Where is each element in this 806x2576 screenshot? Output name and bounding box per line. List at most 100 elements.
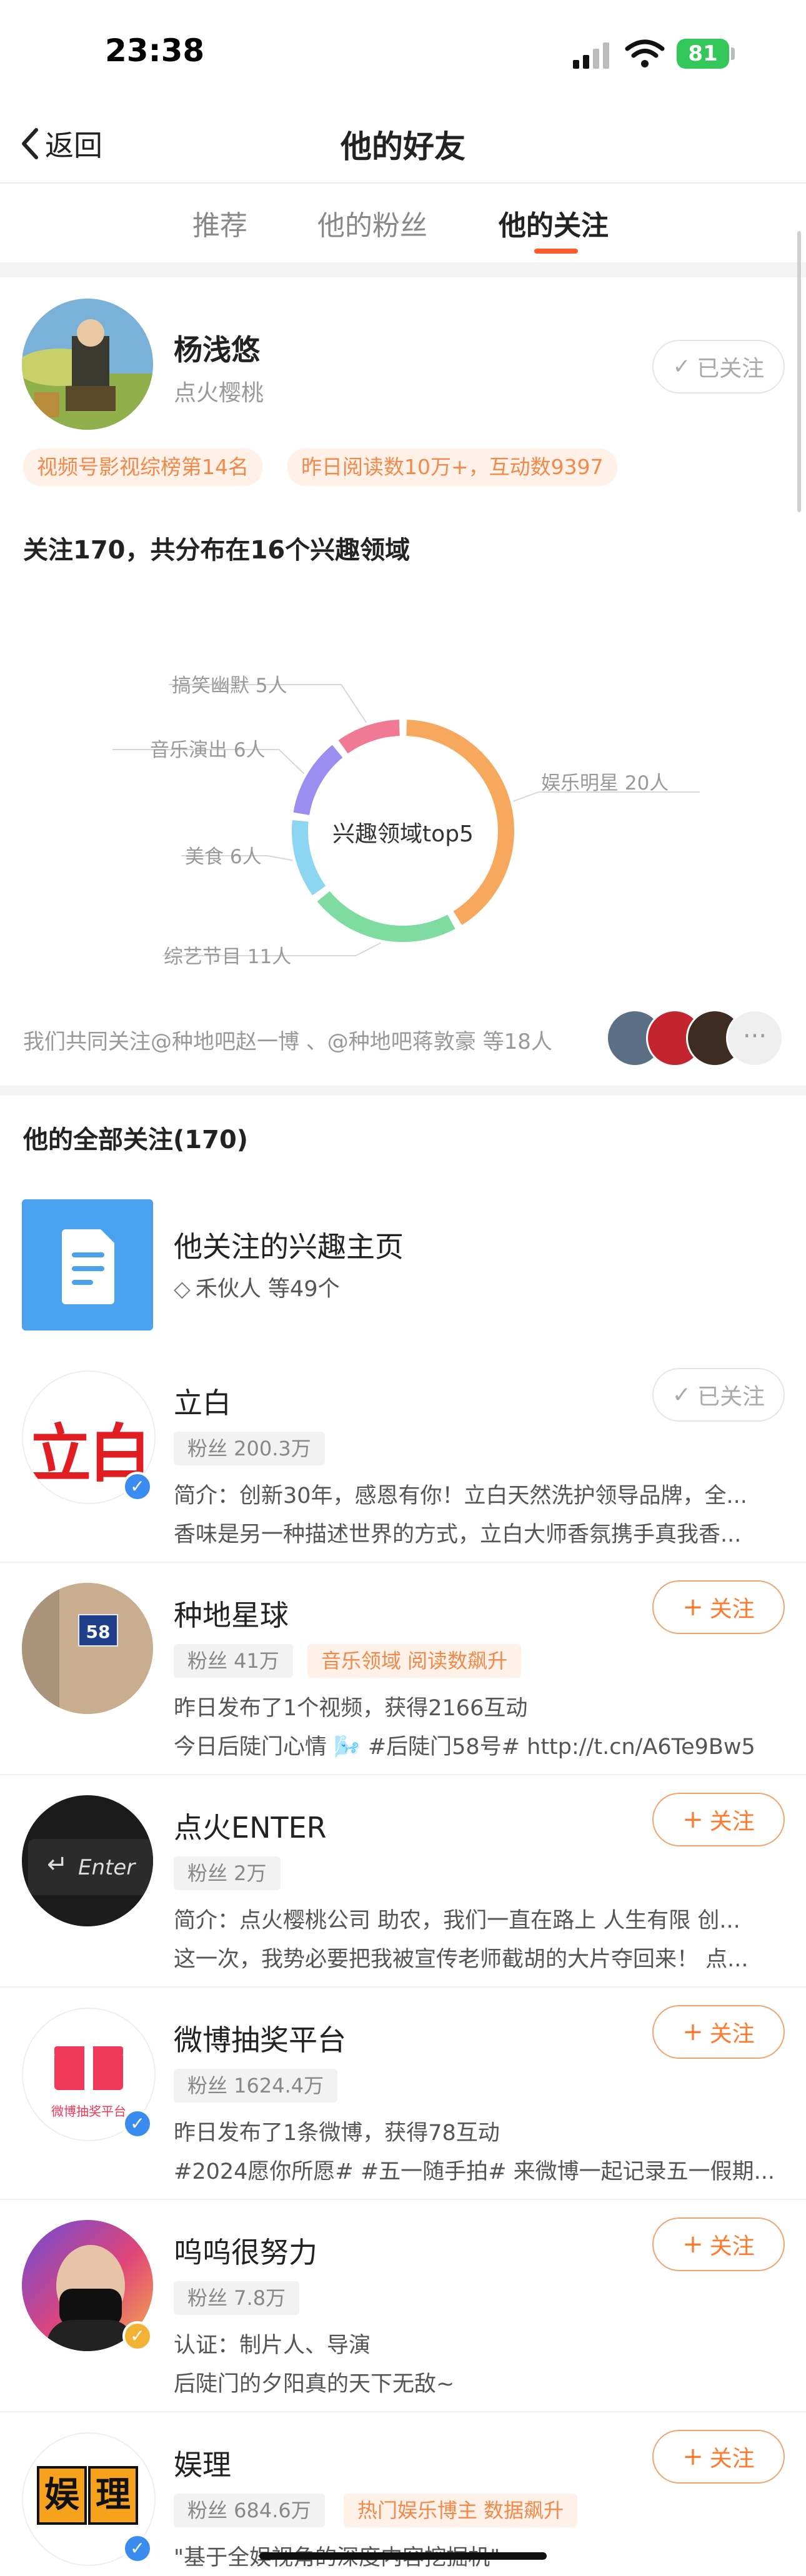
- follow-button[interactable]: + 关注: [652, 2005, 785, 2059]
- item-separator: [0, 1562, 806, 1563]
- fans-count: 粉丝 7.8万: [174, 2281, 300, 2315]
- all-following-title: 他的全部关注(170): [23, 1126, 249, 1154]
- item-line1: 昨日发布了1个视频，获得2166互动: [174, 1696, 528, 1721]
- donut-segment-4: [338, 720, 400, 754]
- donut-segment-2: [292, 820, 326, 896]
- fans-count: 粉丝 2万: [174, 1856, 281, 1890]
- battery-indicator: 81: [677, 39, 729, 69]
- follow-label: 关注: [709, 1809, 755, 1835]
- section-gap: [0, 1086, 806, 1096]
- profile-subtitle: 点火樱桃: [174, 380, 264, 406]
- status-time: 23:38: [105, 32, 205, 69]
- verified-badge-icon: ✓: [122, 2109, 152, 2139]
- common-follow-avatars[interactable]: ···: [606, 1007, 784, 1067]
- verified-badge-icon: ✓: [122, 2321, 152, 2351]
- item-separator: [0, 2411, 806, 2412]
- house-number-plate: 58: [78, 1614, 118, 1647]
- diamond-icon: ◇: [174, 1277, 191, 1302]
- fans-count: 粉丝 200.3万: [174, 1432, 325, 1465]
- followed-button[interactable]: ✓ 已关注: [652, 340, 785, 394]
- check-icon: ✓: [672, 354, 691, 379]
- fans-count: 粉丝 1624.4万: [174, 2069, 338, 2103]
- donut-center-label: 兴趣领域top5: [332, 821, 474, 847]
- verified-badge-icon: ✓: [122, 2534, 152, 2564]
- item-separator: [0, 1774, 806, 1775]
- item-line2: 香味是另一种描述世界的方式，立白大师香氛携手真我香...: [174, 1522, 742, 1547]
- item-name: 呜呜很努力: [174, 2236, 317, 2269]
- ranking-tag: 视频号影视综榜第14名: [23, 448, 262, 486]
- section-gap: [0, 262, 806, 277]
- yuli-logo-1: 娱: [37, 2466, 87, 2525]
- interest-pages-title: 他关注的兴趣主页: [174, 1230, 404, 1264]
- donut-segment-1: [317, 891, 455, 942]
- donut-label-ent: 娱乐明星 20人: [541, 772, 669, 795]
- avatar: Enter ↵: [22, 1795, 153, 1926]
- donut-label-food: 美食 6人: [185, 846, 262, 868]
- page-title: 他的好友: [341, 129, 465, 165]
- item-name: 娱理: [174, 2448, 231, 2482]
- donut-segment-3: [293, 745, 343, 816]
- interest-pages-row[interactable]: 他关注的兴趣主页 ◇ 禾伙人 等49个: [0, 1187, 806, 1337]
- list-item[interactable]: 立白 ✓ 立白 粉丝 200.3万 简介：创新30年，感恩有你！立白天然洗护领导…: [0, 1355, 806, 1562]
- list-item[interactable]: Enter ↵ 点火ENTER 粉丝 2万 简介：点火樱桃公司 助农，我们一直在…: [0, 1780, 806, 1986]
- enter-key-label: Enter: [78, 1855, 136, 1880]
- item-name: 点火ENTER: [174, 1811, 327, 1845]
- donut-label-music: 音乐演出 6人: [150, 739, 266, 761]
- yuli-logo-2: 理: [88, 2466, 138, 2525]
- item-line1: 简介：创新30年，感恩有你！立白天然洗护领导品牌，全...: [174, 1484, 747, 1508]
- item-name: 微博抽奖平台: [174, 2023, 346, 2057]
- wifi-icon: [625, 39, 665, 67]
- follow-label: 关注: [709, 2021, 755, 2047]
- follow-label: 已关注: [697, 1384, 765, 1410]
- follow-label: 关注: [709, 1597, 755, 1622]
- common-follow-text[interactable]: 我们共同关注@种地吧赵一博 、@种地吧蒋敦豪 等18人: [23, 1024, 552, 1055]
- item-line2: 今日后陡门心情 🌬️ #后陡门58号# http://t.cn/A6Te9Bw5: [174, 1735, 755, 1760]
- item-line1: 认证：制片人、导演: [174, 2333, 371, 2358]
- battery-cap: [731, 47, 735, 60]
- item-separator: [0, 1986, 806, 1988]
- list-item[interactable]: 58 种地星球 粉丝 41万 音乐领域 阅读数飙升 昨日发布了1个视频，获得21…: [0, 1568, 806, 1774]
- follow-button[interactable]: + 关注: [652, 2430, 785, 2484]
- plus-icon: +: [682, 2442, 704, 2471]
- tab-recommend[interactable]: 推荐: [192, 203, 247, 243]
- hot-tag: 音乐领域 阅读数飙升: [307, 1644, 522, 1678]
- list-item[interactable]: 微博抽奖平台 ✓ 微博抽奖平台 粉丝 1624.4万 昨日发布了1条微博，获得7…: [0, 1993, 806, 2199]
- fans-count: 粉丝 684.6万: [174, 2494, 325, 2527]
- plus-icon: +: [682, 1805, 704, 1834]
- nav-divider: [0, 182, 806, 184]
- follow-label: 关注: [709, 2446, 755, 2472]
- avatar: 58: [22, 1583, 153, 1714]
- hot-tag: 热门娱乐博主 数据飙升: [344, 2494, 578, 2527]
- profile-name[interactable]: 杨浅悠: [174, 327, 260, 369]
- check-icon: ✓: [672, 1382, 692, 1408]
- item-line1: 昨日发布了1条微博，获得78互动: [174, 2121, 500, 2146]
- donut-label-variety: 综艺节目 11人: [164, 946, 292, 968]
- tab-his-fans[interactable]: 他的粉丝: [317, 203, 427, 243]
- item-separator: [0, 2199, 806, 2200]
- followed-label: 已关注: [697, 356, 765, 382]
- stats-tag: 昨日阅读数10万+，互动数9397: [287, 448, 617, 486]
- item-name: 立白: [174, 1386, 231, 1420]
- interest-pages-subtitle-text: 禾伙人 等49个: [195, 1277, 340, 1302]
- fans-count: 粉丝 41万: [174, 1644, 293, 1678]
- item-line2: #2024愿你所愿# #五一随手拍# 来微博一起记录五一假期...: [174, 2159, 775, 2184]
- gift-icon: [54, 2040, 123, 2090]
- item-line2: 后陡门的夕阳真的天下无敌~: [174, 2372, 455, 2397]
- item-line2: 这一次，我势必要把我被宣传老师截胡的大片夺回来！ 点...: [174, 1947, 749, 1972]
- follow-button[interactable]: + 关注: [652, 1580, 785, 1634]
- item-name: 种地星球: [174, 1598, 289, 1632]
- active-tab-indicator: [534, 249, 578, 254]
- list-item[interactable]: ✓ 呜呜很努力 粉丝 7.8万 认证：制片人、导演 后陡门的夕阳真的天下无敌~ …: [0, 2205, 806, 2411]
- cellular-signal-icon: [573, 41, 610, 69]
- avatar[interactable]: [22, 299, 153, 430]
- house-number: 58: [86, 1622, 111, 1642]
- verified-badge-icon: ✓: [122, 1472, 152, 1502]
- home-indicator: [259, 2552, 547, 2560]
- follow-button[interactable]: + 关注: [652, 2217, 785, 2271]
- follow-button[interactable]: + 关注: [652, 1793, 785, 1846]
- donut-label-funny: 搞笑幽默 5人: [172, 675, 287, 697]
- more-dots-icon[interactable]: ···: [726, 1009, 784, 1067]
- followed-button[interactable]: ✓ 已关注: [652, 1368, 785, 1422]
- tab-his-following[interactable]: 他的关注: [499, 203, 609, 243]
- document-icon: [22, 1199, 153, 1330]
